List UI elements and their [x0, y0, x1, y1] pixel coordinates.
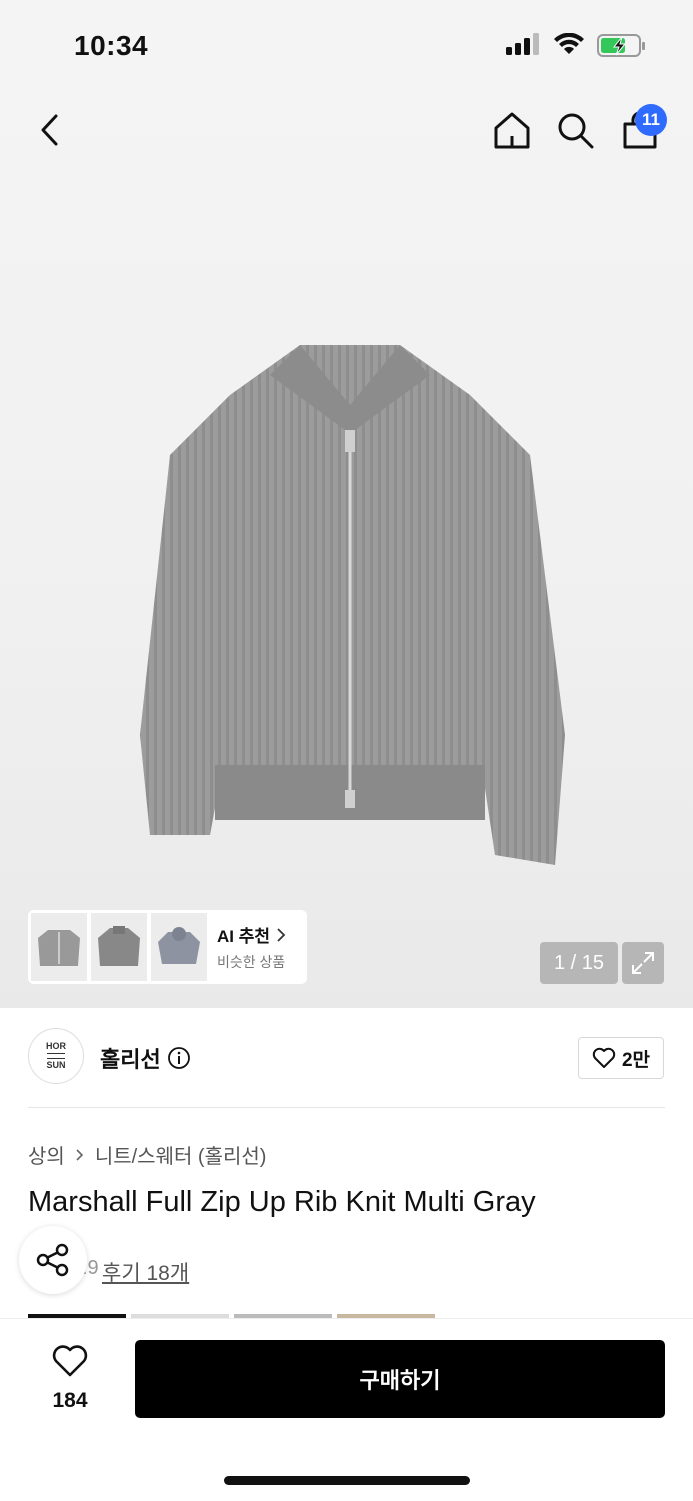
battery-charging-icon: [597, 34, 645, 57]
cardigan-thumbnail-icon: [38, 930, 80, 966]
cellular-signal-icon: [506, 33, 539, 55]
heart-icon: [52, 1345, 88, 1377]
buy-button[interactable]: 구매하기: [135, 1340, 665, 1418]
back-button[interactable]: [28, 108, 72, 152]
wishlist-button[interactable]: 184: [40, 1344, 100, 1413]
wifi-icon: [554, 33, 584, 54]
brand-logo-text-bottom: SUN: [46, 1060, 66, 1070]
ai-recommendation-subtitle: 비슷한 상품: [217, 954, 286, 970]
expand-image-button[interactable]: [622, 942, 664, 984]
recommendation-thumb-1[interactable]: [31, 913, 87, 981]
product-title: Marshall Full Zip Up Rib Knit Multi Gray: [28, 1186, 536, 1218]
breadcrumb-item-knit[interactable]: 니트/스웨터 (홀리선): [95, 1140, 267, 1169]
cart-count-badge: 11: [635, 104, 667, 136]
breadcrumb: 상의 니트/스웨터 (홀리선): [28, 1140, 266, 1169]
review-link[interactable]: 후기 18개: [102, 1257, 189, 1287]
search-button[interactable]: [553, 108, 597, 152]
breadcrumb-item-top[interactable]: 상의: [28, 1140, 65, 1169]
share-button[interactable]: [19, 1226, 87, 1294]
brand-like-count: 2만: [621, 1049, 651, 1071]
divider: [28, 1107, 665, 1108]
share-icon: [36, 1243, 69, 1277]
brand-name-link[interactable]: 홀리선: [100, 1042, 191, 1074]
wishlist-count: 184: [52, 1389, 88, 1412]
expand-icon: [632, 952, 654, 974]
hoodie-thumbnail-icon: [158, 927, 200, 964]
chevron-left-icon: [41, 114, 58, 146]
heart-icon: [592, 1047, 616, 1068]
recommendation-thumb-2[interactable]: [91, 913, 147, 981]
chevron-right-icon: [277, 927, 286, 942]
status-time: 10:34: [74, 30, 149, 61]
brand-name: 홀리선: [100, 1047, 161, 1072]
brand-logo[interactable]: HOR SUN: [28, 1028, 84, 1084]
home-indicator: [224, 1476, 470, 1485]
product-photo[interactable]: [130, 335, 570, 875]
info-icon[interactable]: [167, 1046, 191, 1070]
brand-logo-text-top: HOR: [46, 1041, 66, 1051]
home-button[interactable]: [490, 108, 534, 152]
home-icon: [494, 112, 530, 149]
sweater-thumbnail-icon: [98, 926, 140, 966]
chevron-right-icon: [76, 1148, 83, 1161]
brand-like-button[interactable]: 2만: [578, 1037, 664, 1079]
ai-recommendation-title: AI 추천: [217, 927, 271, 946]
recommendation-thumb-3[interactable]: [151, 913, 207, 981]
image-counter: 1 / 15: [540, 942, 618, 984]
ai-recommendation-card[interactable]: AI 추천 비슷한 상품: [28, 910, 307, 984]
search-icon: [558, 113, 594, 149]
